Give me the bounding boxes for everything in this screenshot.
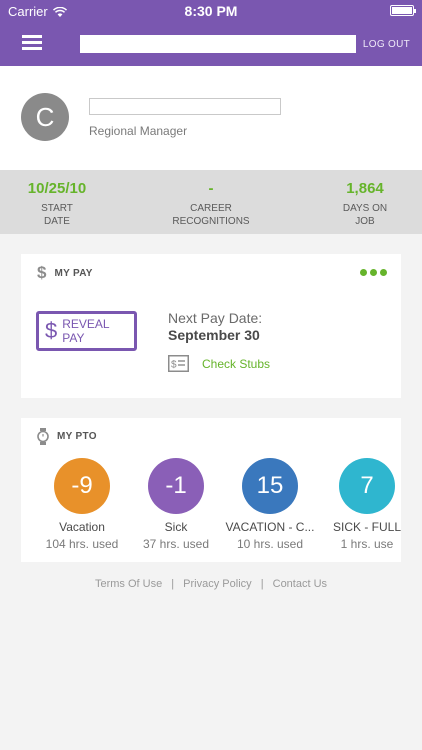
stats-strip: 10/25/10 START DATE - CAREER RECOGNITION… xyxy=(0,170,422,234)
pto-type-name: VACATION - C... xyxy=(225,520,315,534)
next-pay-label: Next Pay Date: xyxy=(168,310,263,326)
stat-label: DAYS ON JOB xyxy=(342,203,388,227)
pto-item-sick-full[interactable]: 7 SICK - FULL 1 hrs. use xyxy=(315,458,401,551)
terms-of-use-link[interactable]: Terms Of Use xyxy=(95,578,162,590)
check-stubs-label: Check Stubs xyxy=(202,356,271,371)
pto-hours-used: 104 hrs. used xyxy=(45,537,119,551)
user-role: Regional Manager xyxy=(89,124,188,138)
stat-days-on-job: 1,864 DAYS ON JOB xyxy=(325,180,405,228)
app-header: Carrier 8:30 PM LOG OUT xyxy=(0,0,422,66)
header-search-input[interactable] xyxy=(80,35,356,53)
stat-value: - xyxy=(208,180,214,197)
pto-hours-used: 10 hrs. used xyxy=(236,537,304,551)
contact-us-link[interactable]: Contact Us xyxy=(273,578,327,590)
pto-list[interactable]: -9 Vacation 104 hrs. used -1 Sick 37 hrs… xyxy=(21,458,401,562)
logout-button[interactable]: LOG OUT xyxy=(363,39,410,50)
next-pay-date: September 30 xyxy=(168,327,260,343)
my-pay-title: MY PAY xyxy=(54,267,93,279)
my-pto-title: MY PTO xyxy=(57,431,97,442)
battery-icon xyxy=(390,5,416,16)
dollar-icon: $ xyxy=(37,263,47,282)
my-pto-card: MY PTO -9 Vacation 104 hrs. used -1 Sick… xyxy=(21,418,401,562)
pto-type-name: Vacation xyxy=(59,520,105,534)
reveal-pay-button[interactable]: $ REVEAL PAY xyxy=(36,311,137,351)
status-bar: Carrier 8:30 PM xyxy=(0,0,422,22)
my-pay-header: $ MY PAY xyxy=(37,264,93,282)
stat-start-date: 10/25/10 START DATE xyxy=(12,180,102,228)
stat-label: START DATE xyxy=(41,203,73,227)
stat-career-recognitions: - CAREER RECOGNITIONS xyxy=(161,180,261,228)
pto-item-vacation-c[interactable]: 15 VACATION - C... 10 hrs. used xyxy=(218,458,322,551)
stat-value: 1,864 xyxy=(346,180,384,197)
pto-item-sick[interactable]: -1 Sick 37 hrs. used xyxy=(124,458,228,551)
pto-balance-circle: -1 xyxy=(148,458,204,514)
dots-icon xyxy=(360,269,367,276)
user-name-field xyxy=(89,98,281,115)
pto-item-vacation[interactable]: -9 Vacation 104 hrs. used xyxy=(30,458,134,551)
avatar[interactable]: C xyxy=(21,93,69,141)
privacy-policy-link[interactable]: Privacy Policy xyxy=(183,578,251,590)
pto-hours-used: 1 hrs. use xyxy=(340,537,394,551)
pto-balance-circle: 15 xyxy=(242,458,298,514)
check-stub-icon: $ xyxy=(168,355,189,372)
footer-separator: | xyxy=(260,578,264,590)
watch-icon xyxy=(37,428,49,445)
footer-links: Terms Of Use | Privacy Policy | Contact … xyxy=(0,578,422,590)
pto-type-name: SICK - FULL xyxy=(332,520,401,534)
my-pay-card: $ MY PAY $ REVEAL PAY Next Pay Date: Sep… xyxy=(21,254,401,398)
dollar-icon: $ xyxy=(45,318,58,343)
svg-text:$: $ xyxy=(171,360,177,371)
hamburger-icon xyxy=(22,35,42,38)
stat-label: CAREER RECOGNITIONS xyxy=(172,203,250,227)
more-options-button[interactable] xyxy=(360,269,387,276)
pto-balance-circle: 7 xyxy=(339,458,395,514)
check-stubs-link[interactable]: $ Check Stubs xyxy=(168,355,270,372)
my-pto-header: MY PTO xyxy=(37,428,97,445)
menu-button[interactable] xyxy=(22,35,42,51)
pto-type-name: Sick xyxy=(164,520,188,534)
stat-value: 10/25/10 xyxy=(27,180,87,197)
pto-balance-circle: -9 xyxy=(54,458,110,514)
reveal-pay-label: REVEAL PAY xyxy=(62,317,110,345)
profile-section: C Regional Manager xyxy=(0,66,422,170)
status-time: 8:30 PM xyxy=(184,3,238,19)
footer-separator: | xyxy=(171,578,175,590)
pto-hours-used: 37 hrs. used xyxy=(142,537,210,551)
